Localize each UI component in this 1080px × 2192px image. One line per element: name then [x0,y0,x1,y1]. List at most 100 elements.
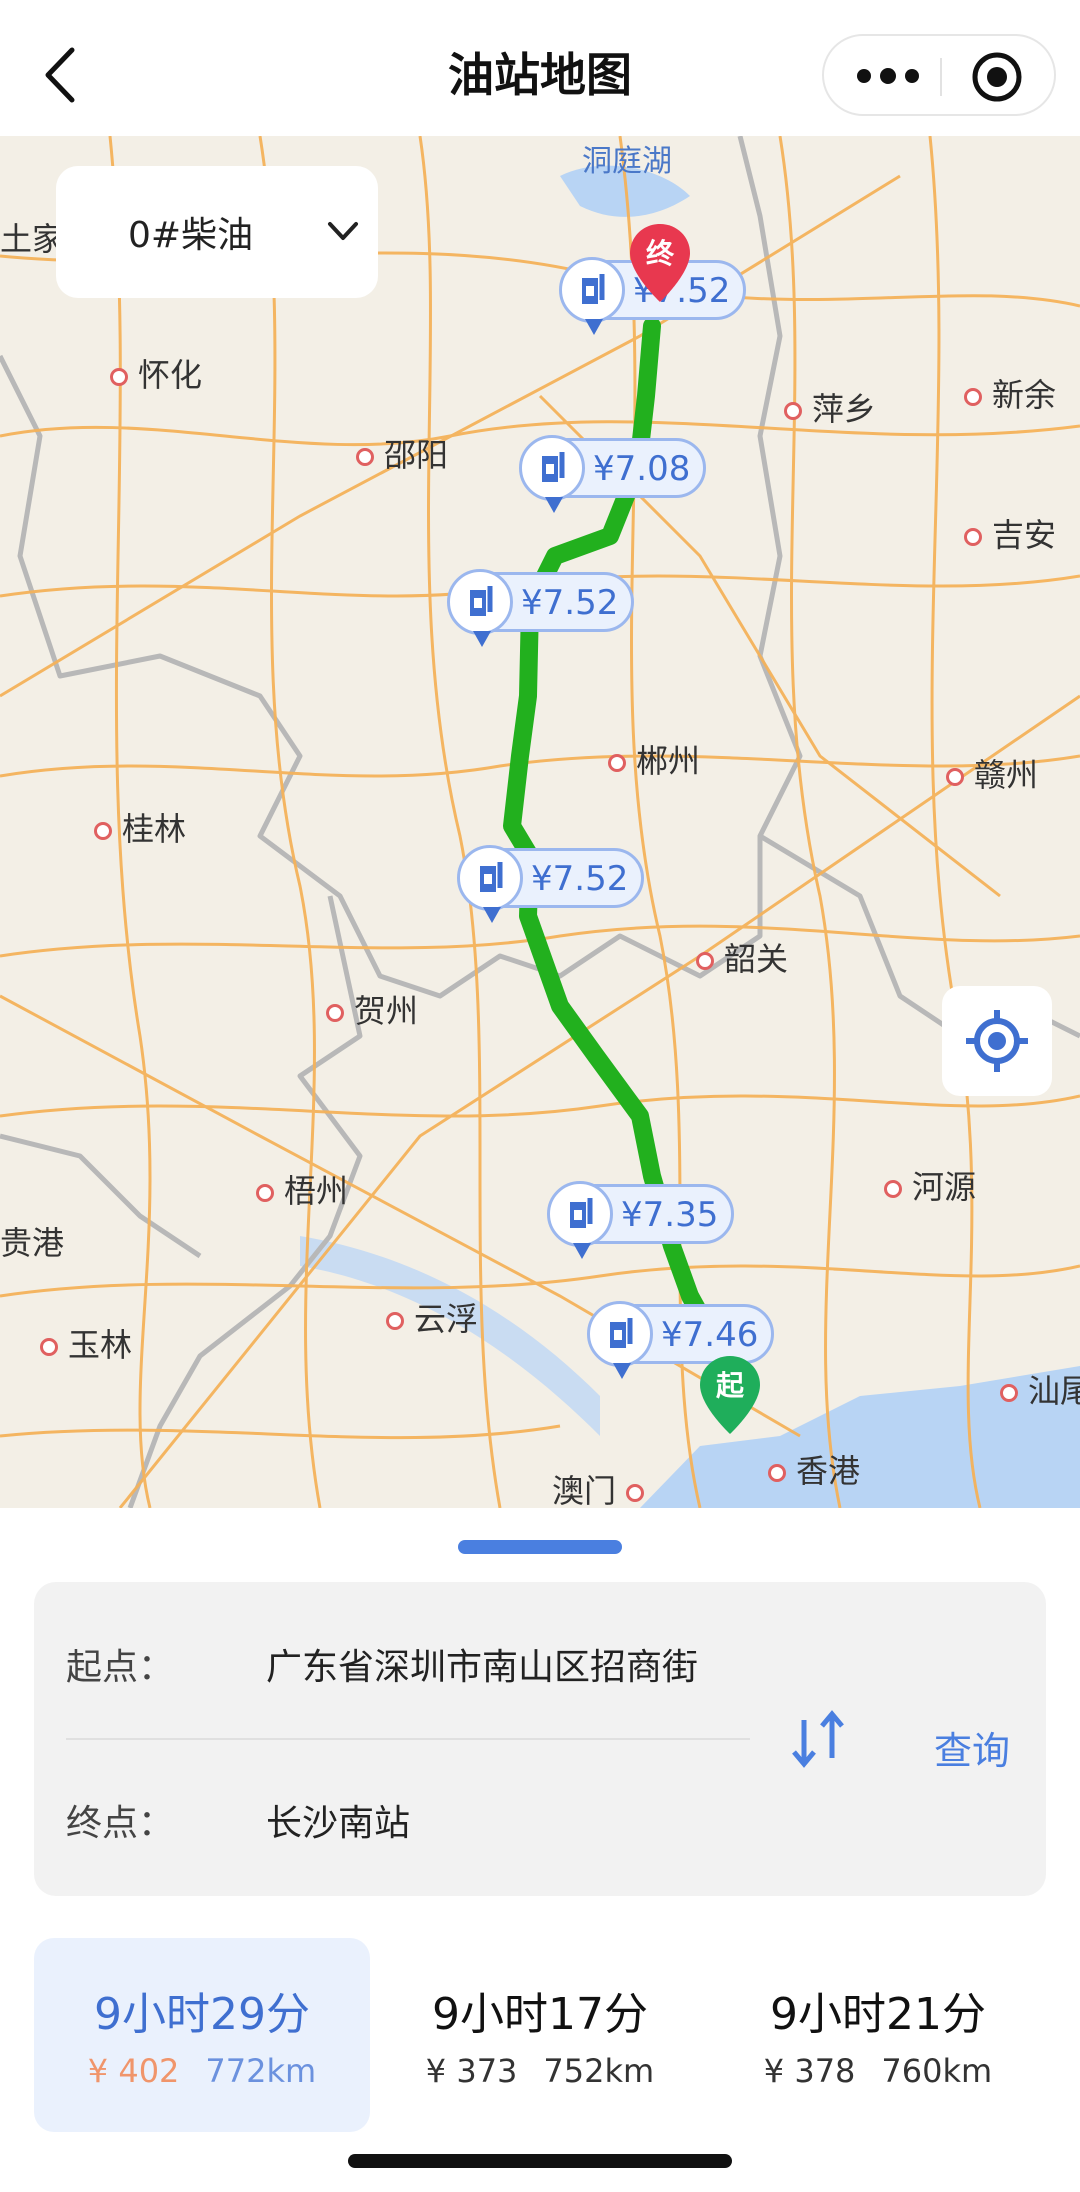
route-distance: 772km [205,2052,317,2090]
origin-field[interactable]: 广东省深圳市南山区招商街 [266,1638,750,1690]
city-label: 贵港 [0,1218,64,1264]
city-name: 河源 [912,1168,977,1206]
destination-pin-label: 终 [645,237,674,270]
route-meta: ¥ 373 752km [372,2052,708,2090]
gas-station-icon [559,257,625,323]
city-name: 贵港 [0,1224,65,1262]
capsule-divider [940,58,942,96]
city-name: 贺州 [354,992,419,1030]
city-label: 澳门 [552,1466,654,1508]
route-duration: 9小时17分 [432,1989,648,2040]
route-meta: ¥ 378 760km [710,2052,1046,2090]
marker-pointer [613,1363,631,1379]
route-cost: ¥ 378 [763,2052,856,2090]
route-input-card: 起点： 广东省深圳市南山区招商街 终点： 长沙南站 查询 [34,1582,1046,1896]
gas-station-price-marker[interactable]: ¥7.52 [457,845,644,923]
city-dot [964,528,982,546]
city-dot [110,368,128,386]
city-label: 赣州 [946,750,1038,796]
locate-me-button[interactable] [942,986,1052,1096]
city-dot [40,1338,58,1356]
marker-pointer [483,907,501,923]
city-name: 土家 [0,220,65,258]
city-name: 桂林 [122,810,187,848]
destination-pin[interactable]: 终 [628,222,692,306]
city-label: 香港 [768,1446,860,1492]
gas-station-price-marker[interactable]: ¥7.35 [547,1181,734,1259]
city-dot [256,1184,274,1202]
city-label: 怀化 [110,350,202,396]
route-duration: 9小时21分 [770,1989,986,2040]
city-dot [884,1180,902,1198]
target-circle-icon[interactable] [970,50,1024,104]
route-option[interactable]: 9小时29分 ¥ 402 772km [34,1938,370,2132]
fuel-type-selector[interactable]: 0#柴油 [56,166,378,298]
route-cost: ¥ 373 [425,2052,518,2090]
route-distance: 752km [543,2052,655,2090]
city-name: 怀化 [138,356,203,394]
route-option[interactable]: 9小时17分 ¥ 373 752km [372,1938,708,2132]
city-dot [696,952,714,970]
city-label: 邵阳 [356,430,448,476]
city-label: 贺州 [326,986,418,1032]
route-option[interactable]: 9小时21分 ¥ 378 760km [710,1938,1046,2132]
fuel-price: ¥7.52 [521,583,619,623]
city-name: 澳门 [552,1472,617,1508]
city-label: 桂林 [94,804,186,850]
city-dot [326,1004,344,1022]
city-label: 梧州 [256,1166,348,1212]
city-name: 韶关 [724,940,789,978]
city-dot [356,448,374,466]
route-duration: 9小时29分 [94,1989,310,2040]
city-dot [768,1464,786,1482]
gas-station-icon [587,1301,653,1367]
city-label: 玉林 [40,1320,132,1366]
city-dot [964,388,982,406]
gas-station-price-marker[interactable]: ¥7.08 [519,435,706,513]
gas-station-price-marker[interactable]: ¥7.52 [447,569,634,647]
city-dot [784,402,802,420]
destination-field[interactable]: 长沙南站 [266,1794,750,1846]
city-label: 汕尾 [1000,1366,1080,1412]
gas-station-icon [457,845,523,911]
city-label: 云浮 [386,1294,478,1340]
city-name: 香港 [796,1452,861,1490]
gas-station-icon [547,1181,613,1247]
nav-bar: 油站地图 [0,0,1080,136]
query-button[interactable]: 查询 [934,1720,1010,1775]
fuel-price: ¥7.46 [661,1315,759,1355]
sheet-drag-handle[interactable] [458,1540,622,1554]
chevron-down-icon [328,222,358,240]
city-name: 赣州 [974,756,1039,794]
route-meta: ¥ 402 772km [34,2052,370,2090]
city-label: 河源 [884,1162,976,1208]
lake-label: 洞庭湖 [582,144,672,179]
city-label: 萍乡 [784,384,876,430]
city-name: 新余 [992,376,1057,414]
destination-label: 终点： [66,1803,175,1844]
fuel-price: ¥7.35 [621,1195,719,1235]
marker-pointer [573,1243,591,1259]
city-name: 郴州 [636,742,701,780]
origin-pin[interactable]: 起 [698,1354,762,1438]
more-dots-icon[interactable] [850,56,926,96]
city-label: 土家 [0,214,64,260]
home-indicator[interactable] [348,2154,732,2168]
city-dot [946,768,964,786]
origin-pin-label: 起 [715,1369,744,1402]
marker-pointer [545,497,563,513]
city-dot [386,1312,404,1330]
city-name: 云浮 [414,1300,479,1338]
route-distance: 760km [881,2052,993,2090]
swap-icon[interactable] [786,1706,850,1772]
fuel-type-value: 0#柴油 [128,215,254,256]
marker-pointer [473,631,491,647]
city-label: 韶关 [696,934,788,980]
route-cost: ¥ 402 [87,2052,180,2090]
origin-label: 起点： [66,1647,175,1688]
marker-pointer [585,319,603,335]
city-label: 郴州 [608,736,700,782]
gas-station-icon [519,435,585,501]
map-view[interactable]: 洞庭湖 土家 怀化 邵阳 萍乡 新余 吉安 郴州 赣州 桂林 韶关 贺州 梧州 … [0,136,1080,1508]
locate-crosshair-icon [966,1010,1028,1072]
